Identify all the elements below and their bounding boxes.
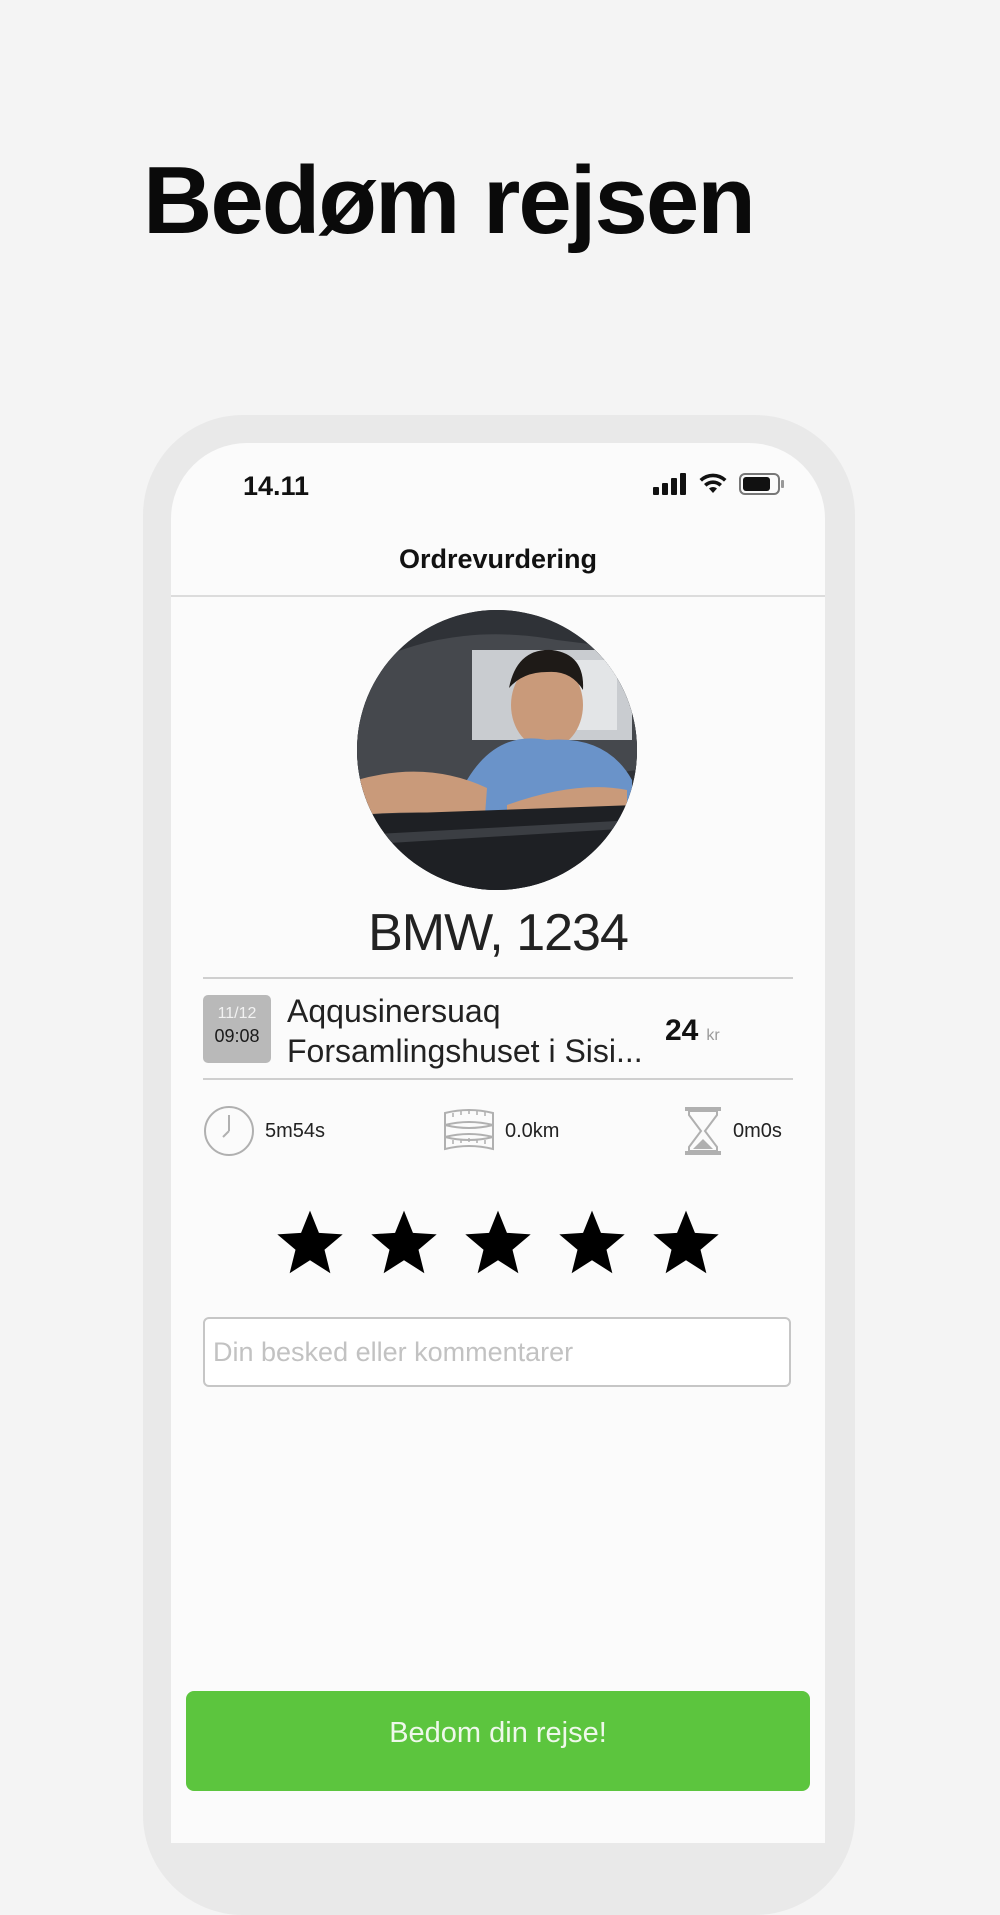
signal-icon (653, 473, 686, 495)
status-time: 14.11 (243, 471, 310, 501)
star-icon[interactable] (367, 1206, 441, 1280)
trip-to: Forsamlingshuset i Sisi... (287, 1033, 643, 1069)
trip-date-badge: 11/12 09:08 (203, 995, 271, 1063)
divider (203, 1078, 793, 1080)
metric-duration: 5m54s (203, 1105, 325, 1157)
star-icon[interactable] (555, 1206, 629, 1280)
wifi-icon (699, 473, 727, 493)
star-rating[interactable] (171, 1206, 825, 1280)
phone-screen: 14.11 Ordrevurdering BMW, 1234 11/12 09:… (171, 443, 825, 1843)
status-bar: 14.11 (171, 443, 825, 523)
nav-bar: Ordrevurdering (171, 523, 825, 597)
nav-title: Ordrevurdering (398, 544, 598, 574)
tape-measure-icon (444, 1109, 494, 1151)
wait-value: 0m0s (733, 1119, 782, 1142)
metric-distance: 0.0km (443, 1105, 559, 1157)
trip-currency: kr (706, 1027, 720, 1044)
trip-route: Aqqusinersuaq Forsamlingshuset i Sisi... (287, 991, 647, 1071)
trip-date: 11/12 (217, 1005, 257, 1022)
trip-price-value: 24 (665, 1014, 699, 1047)
trip-from: Aqqusinersuaq (287, 993, 501, 1029)
vehicle-label: BMW, 1234 (368, 904, 629, 962)
submit-rating-button[interactable]: Bedom din rejse! (186, 1691, 810, 1791)
duration-value: 5m54s (265, 1119, 326, 1142)
battery-icon (739, 473, 784, 495)
star-icon[interactable] (649, 1206, 723, 1280)
page-headline: Bedøm rejsen (143, 147, 756, 254)
clock-icon (204, 1106, 254, 1156)
status-icons (653, 473, 785, 495)
hourglass-icon (685, 1107, 721, 1155)
divider (203, 977, 793, 979)
star-icon[interactable] (461, 1206, 535, 1280)
driver-avatar (357, 610, 637, 890)
trip-time: 09:08 (214, 1026, 260, 1046)
distance-value: 0.0km (505, 1119, 560, 1142)
trip-price: 24 kr (665, 1014, 720, 1048)
star-icon[interactable] (273, 1206, 347, 1280)
driver-photo (357, 610, 637, 890)
comment-input[interactable] (203, 1317, 791, 1387)
metric-wait: 0m0s (683, 1105, 782, 1157)
